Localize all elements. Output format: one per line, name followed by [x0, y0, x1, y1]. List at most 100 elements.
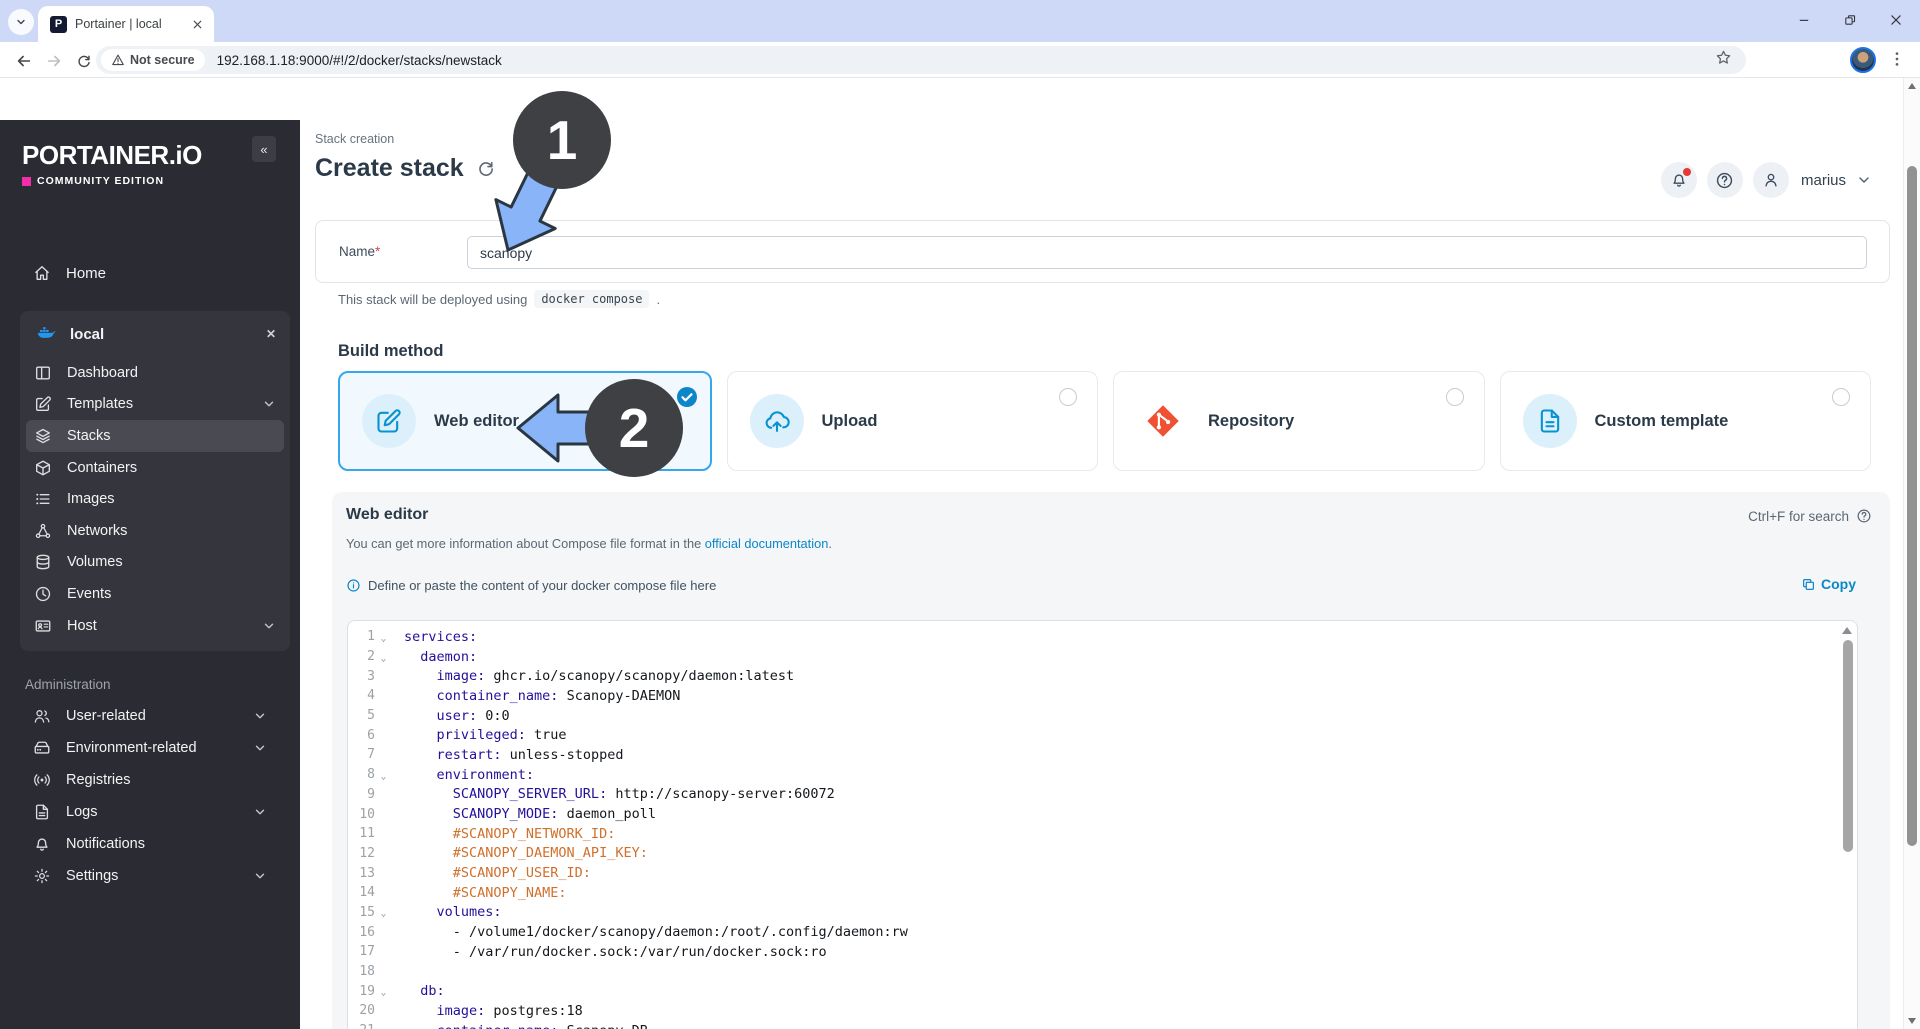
code-line[interactable]: 17 - /var/run/docker.sock:/var/run/docke… [348, 942, 1857, 962]
sidebar-item-settings[interactable]: Settings [20, 860, 280, 892]
scrollbar-thumb[interactable] [1907, 166, 1917, 846]
help-button[interactable] [1707, 162, 1743, 198]
browser-tab[interactable]: P Portainer | local [38, 6, 214, 42]
sidebar-item-label: Environment-related [66, 740, 197, 756]
file-icon [1523, 394, 1577, 448]
network-icon [34, 522, 52, 540]
official-documentation-link[interactable]: official documentation [705, 536, 829, 551]
editor-scrollbar[interactable] [1843, 640, 1853, 852]
radio-button[interactable] [1446, 388, 1464, 406]
fold-chevron-icon[interactable]: ⌄ [375, 905, 392, 919]
build-method-upload[interactable]: Upload [727, 371, 1099, 471]
list-icon [34, 490, 52, 508]
sidebar-item-stacks[interactable]: Stacks [26, 420, 284, 452]
fold-chevron-icon[interactable]: ⌄ [375, 984, 392, 998]
code-line[interactable]: 6 privileged: true [348, 725, 1857, 745]
sidebar-item-home[interactable]: Home [20, 255, 280, 291]
sidebar-item-volumes[interactable]: Volumes [26, 547, 284, 579]
code-line[interactable]: 18 [348, 962, 1857, 982]
code-line[interactable]: 15⌄ volumes: [348, 903, 1857, 923]
line-number: 11 [348, 826, 375, 841]
sidebar-item-notifications[interactable]: Notifications [20, 828, 280, 860]
code-line[interactable]: 1⌄services: [348, 627, 1857, 647]
fold-gutter [375, 1009, 392, 1012]
code-line[interactable]: 3 image: ghcr.io/scanopy/scanopy/daemon:… [348, 666, 1857, 686]
chevron-down-icon[interactable] [1856, 172, 1872, 188]
code-line[interactable]: 8⌄ environment: [348, 765, 1857, 785]
bookmark-star-icon[interactable] [1715, 49, 1732, 71]
environment-panel: local ✕ DashboardTemplatesStacksContaine… [20, 311, 290, 651]
compose-code-editor[interactable]: 1⌄services:2⌄ daemon:3 image: ghcr.io/sc… [347, 620, 1858, 1029]
code-text: #SCANOPY_NAME: [392, 885, 567, 901]
scroll-down-icon[interactable] [1908, 1018, 1916, 1024]
sidebar-item-user-related[interactable]: User-related [20, 700, 280, 732]
code-line[interactable]: 21 container_name: Scanopy-DB [348, 1021, 1857, 1029]
code-line[interactable]: 4 container_name: Scanopy-DAEMON [348, 686, 1857, 706]
user-menu-button[interactable] [1753, 162, 1789, 198]
code-line[interactable]: 5 user: 0:0 [348, 706, 1857, 726]
code-line[interactable]: 12 #SCANOPY_DAEMON_API_KEY: [348, 844, 1857, 864]
window-restore-button[interactable] [1834, 4, 1866, 36]
build-method-custom-template[interactable]: Custom template [1500, 371, 1872, 471]
code-line[interactable]: 19⌄ db: [348, 981, 1857, 1001]
address-bar[interactable]: Not secure 192.168.1.18:9000/#!/2/docker… [96, 46, 1746, 74]
code-line[interactable]: 14 #SCANOPY_NAME: [348, 883, 1857, 903]
scroll-up-icon[interactable] [1908, 83, 1916, 89]
code-text: SCANOPY_SERVER_URL: http://scanopy-serve… [392, 786, 835, 802]
fold-chevron-icon[interactable]: ⌄ [375, 630, 392, 644]
define-hint: Define or paste the content of your dock… [346, 578, 716, 593]
database-icon [34, 553, 52, 571]
browser-profile-avatar[interactable] [1850, 47, 1876, 73]
code-line[interactable]: 16 - /volume1/docker/scanopy/daemon:/roo… [348, 922, 1857, 942]
window-close-button[interactable] [1880, 4, 1912, 36]
window-minimize-button[interactable] [1788, 4, 1820, 36]
copy-button[interactable]: Copy [1801, 576, 1856, 592]
forward-button[interactable] [40, 47, 67, 74]
clock-icon [34, 585, 52, 603]
environment-header[interactable]: local ✕ [20, 311, 290, 357]
back-button[interactable] [10, 47, 37, 74]
sidebar-item-environment-related[interactable]: Environment-related [20, 732, 280, 764]
sidebar-item-registries[interactable]: Registries [20, 764, 280, 796]
environment-close-icon[interactable]: ✕ [266, 327, 276, 341]
radio-button[interactable] [1832, 388, 1850, 406]
sidebar-item-images[interactable]: Images [26, 483, 284, 515]
code-line[interactable]: 11 #SCANOPY_NETWORK_ID: [348, 824, 1857, 844]
page-scrollbar[interactable] [1903, 78, 1920, 1029]
sidebar-collapse-button[interactable]: « [252, 136, 276, 162]
radio-button[interactable] [1059, 388, 1077, 406]
sidebar-item-events[interactable]: Events [26, 578, 284, 610]
code-line[interactable]: 20 image: postgres:18 [348, 1001, 1857, 1021]
sidebar-item-networks[interactable]: Networks [26, 515, 284, 547]
build-method-repository[interactable]: Repository [1113, 371, 1485, 471]
code-line[interactable]: 7 restart: unless-stopped [348, 745, 1857, 765]
line-number: 3 [348, 669, 375, 684]
tab-list-button[interactable] [8, 9, 34, 35]
info-icon [346, 578, 361, 593]
stack-name-input[interactable] [467, 236, 1867, 269]
browser-menu-icon[interactable] [1888, 50, 1906, 73]
fold-chevron-icon[interactable]: ⌄ [375, 768, 392, 782]
code-text: - /volume1/docker/scanopy/daemon:/root/.… [392, 924, 908, 940]
sidebar-item-logs[interactable]: Logs [20, 796, 280, 828]
editor-scroll-up-icon[interactable] [1842, 627, 1852, 634]
code-line[interactable]: 2⌄ daemon: [348, 647, 1857, 667]
not-secure-chip[interactable]: Not secure [101, 49, 205, 71]
tab-close-icon[interactable] [189, 16, 206, 33]
reload-button[interactable] [70, 47, 97, 74]
required-asterisk: * [375, 244, 380, 259]
web-editor-title: Web editor [346, 506, 428, 524]
close-icon [1889, 13, 1903, 27]
code-line[interactable]: 9 SCANOPY_SERVER_URL: http://scanopy-ser… [348, 785, 1857, 805]
code-line[interactable]: 13 #SCANOPY_USER_ID: [348, 863, 1857, 883]
notifications-button[interactable] [1661, 162, 1697, 198]
sidebar-item-dashboard[interactable]: Dashboard [26, 357, 284, 389]
sidebar-item-templates[interactable]: Templates [26, 389, 284, 421]
fold-chevron-icon[interactable]: ⌄ [375, 650, 392, 664]
code-line[interactable]: 10 SCANOPY_MODE: daemon_poll [348, 804, 1857, 824]
annotation-step-1: 1 [513, 91, 611, 189]
sidebar-item-host[interactable]: Host [26, 610, 284, 642]
chevron-down-icon [262, 397, 276, 411]
sidebar-item-containers[interactable]: Containers [26, 452, 284, 484]
refresh-icon[interactable] [476, 159, 495, 178]
